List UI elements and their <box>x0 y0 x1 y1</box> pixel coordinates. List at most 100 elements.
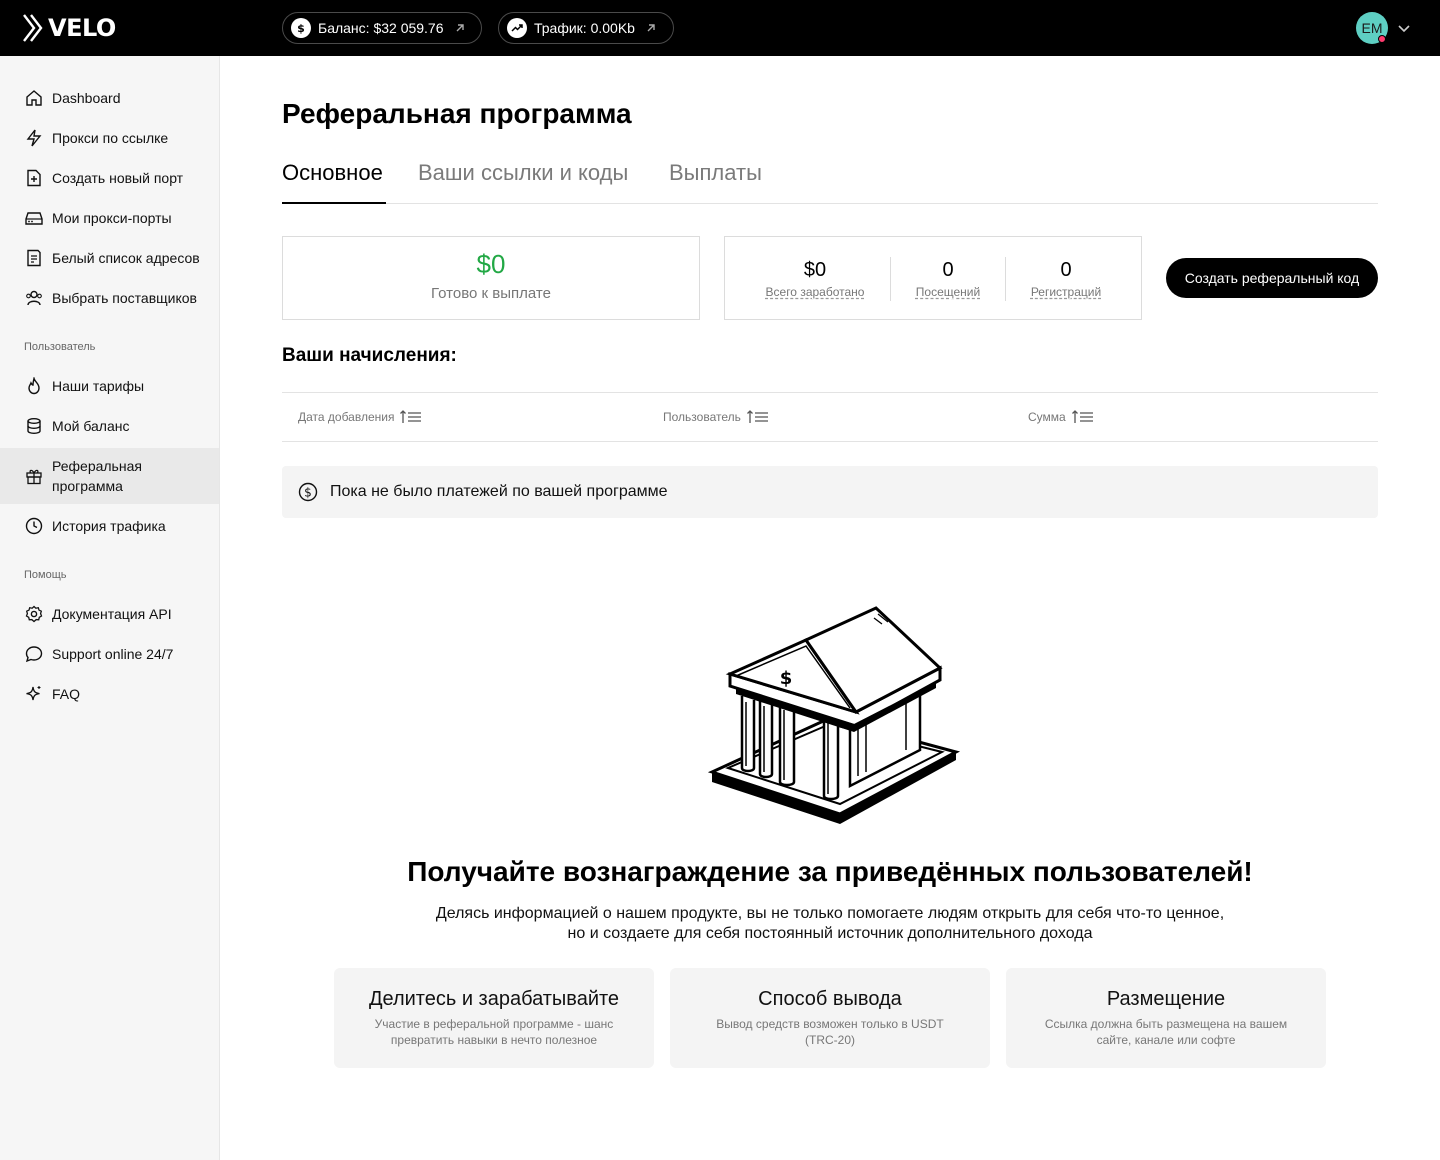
home-icon <box>24 88 44 108</box>
sidebar-item-support[interactable]: Support online 24/7 <box>0 642 219 666</box>
dollar-icon: $ <box>291 18 311 38</box>
sort-icon[interactable] <box>1071 410 1094 424</box>
ready-to-pay-card: $0 Готово к выплате <box>282 236 700 320</box>
sidebar-item-label: Dashboard <box>52 90 121 106</box>
server-icon <box>24 208 44 228</box>
sort-icon[interactable] <box>400 410 422 424</box>
sidebar-item-api-docs[interactable]: Документация API <box>0 602 219 626</box>
column-label: Дата добавления <box>298 410 395 424</box>
stat-visits: 0 Посещений <box>898 237 998 321</box>
database-icon <box>24 416 44 436</box>
svg-text:$: $ <box>780 668 793 689</box>
feature-desc: Ссылка должна быть размещена на вашем са… <box>1044 1017 1288 1047</box>
stat-value: $0 <box>803 259 827 281</box>
sidebar-item-label: Мои прокси-порты <box>52 210 172 226</box>
sparkle-icon <box>24 684 44 704</box>
trending-up-icon <box>507 18 527 38</box>
gift-icon <box>24 466 44 486</box>
sidebar-item-link-proxy[interactable]: Прокси по ссылке <box>0 126 219 150</box>
traffic-label: Трафик: 0.00Kb <box>534 20 635 36</box>
promo-text: Делясь информацией о нашем продукте, вы … <box>282 904 1378 944</box>
top-bar: VELO $ Баланс: $32 059.76 Трафик: 0.00Kb… <box>0 0 1440 56</box>
sidebar-item-label: Прокси по ссылке <box>52 130 169 146</box>
sidebar-item-referral[interactable]: Реферальная программа <box>0 448 219 504</box>
sidebar-item-label: Реферальная программа <box>52 456 142 496</box>
sidebar-item-label: Support online 24/7 <box>52 646 174 662</box>
feature-desc: Вывод средств возможен только в USDT (TR… <box>716 1017 944 1047</box>
arrow-up-right-icon <box>454 22 466 34</box>
ready-amount: $0 <box>476 249 506 279</box>
sidebar-item-balance[interactable]: Мой баланс <box>0 414 219 438</box>
feature-card-share: Делитесь и зарабатывайте Участие в рефер… <box>334 968 654 1068</box>
sidebar-item-label: Мой баланс <box>52 418 130 434</box>
chevron-down-icon[interactable] <box>1396 20 1412 41</box>
sidebar-item-label-line1: Реферальная <box>52 458 142 474</box>
logo-text: VELO <box>48 14 116 42</box>
balance-pill[interactable]: $ Баланс: $32 059.76 <box>282 12 482 44</box>
create-referral-code-button[interactable]: Создать реферальный код <box>1166 258 1378 298</box>
balance-label: Баланс: $32 059.76 <box>318 20 444 36</box>
promo-title: Получайте вознаграждение за приведённых … <box>407 856 1253 887</box>
divider <box>1005 257 1006 301</box>
feature-card-placement: Размещение Ссылка должна быть размещена … <box>1006 968 1326 1068</box>
empty-payments-notice: $ Пока не было платежей по вашей програм… <box>282 466 1378 518</box>
sidebar-item-traffic-history[interactable]: История трафика <box>0 514 219 538</box>
stat-value: 0 <box>942 259 954 281</box>
sidebar-item-label: Выбрать поставщиков <box>52 290 197 306</box>
feature-title: Размещение <box>1106 988 1226 1010</box>
promo-text-line2: но и создаете для себя постоянный источн… <box>567 925 1093 942</box>
ready-label: Готово к выплате <box>431 285 551 302</box>
stat-label[interactable]: Посещений <box>898 285 998 299</box>
column-user[interactable]: Пользователь <box>663 393 769 441</box>
column-amount[interactable]: Сумма <box>1028 393 1094 441</box>
column-date[interactable]: Дата добавления <box>298 393 422 441</box>
sidebar-item-label-line2: программа <box>52 478 123 494</box>
traffic-pill[interactable]: Трафик: 0.00Kb <box>498 12 674 44</box>
settings-icon <box>24 604 44 624</box>
sidebar-item-tariffs[interactable]: Наши тарифы <box>0 374 219 398</box>
stat-label[interactable]: Регистраций <box>1016 285 1116 299</box>
brand-logo[interactable]: VELO <box>22 12 116 44</box>
earnings-table-header: Дата добавления Пользователь Сумма <box>282 392 1378 442</box>
sidebar-item-whitelist[interactable]: Белый список адресов <box>0 246 219 270</box>
flame-icon <box>24 376 44 396</box>
sidebar-item-faq[interactable]: FAQ <box>0 682 219 706</box>
sidebar: Dashboard Прокси по ссылке Создать новый… <box>0 56 220 1160</box>
sidebar-item-label: FAQ <box>52 686 81 702</box>
sidebar-item-label: История трафика <box>52 518 166 534</box>
tab-payouts[interactable]: Выплаты <box>669 160 762 204</box>
column-label: Пользователь <box>663 410 741 424</box>
users-icon <box>24 288 44 308</box>
svg-text:$: $ <box>304 486 312 500</box>
sidebar-item-dashboard[interactable]: Dashboard <box>0 86 219 110</box>
sidebar-item-providers[interactable]: Выбрать поставщиков <box>0 286 219 310</box>
bank-illustration: $ <box>706 600 962 835</box>
file-plus-icon <box>24 168 44 188</box>
stat-registrations: 0 Регистраций <box>1016 237 1116 321</box>
stats-card: $0 Всего заработано 0 Посещений 0 Регист… <box>724 236 1142 320</box>
feature-title: Способ вывода <box>758 988 902 1010</box>
sidebar-item-my-ports[interactable]: Мои прокси-порты <box>0 206 219 230</box>
section-label-help: Помощь <box>24 569 67 581</box>
lightning-icon <box>24 128 44 148</box>
tab-main[interactable]: Основное <box>282 160 386 204</box>
sidebar-item-label: Наши тарифы <box>52 378 145 394</box>
dollar-circle-icon: $ <box>298 482 318 502</box>
tab-links-codes[interactable]: Ваши ссылки и коды <box>418 160 628 204</box>
sidebar-item-create-port[interactable]: Создать новый порт <box>0 166 219 190</box>
svg-text:$: $ <box>297 22 305 34</box>
page-title: Реферальная программа <box>282 98 632 129</box>
section-label-user: Пользователь <box>24 341 96 353</box>
feature-desc: Участие в реферальной программе - шанс п… <box>374 1017 614 1047</box>
sidebar-item-label: Создать новый порт <box>52 170 184 186</box>
stat-label[interactable]: Всего заработано <box>745 285 885 299</box>
tab-bar: Основное Ваши ссылки и коды Выплаты <box>282 160 1378 204</box>
arrow-up-right-icon <box>645 22 657 34</box>
sidebar-item-label: Белый список адресов <box>52 250 200 266</box>
feature-card-withdrawal: Способ вывода Вывод средств возможен тол… <box>670 968 990 1068</box>
sort-icon[interactable] <box>746 410 769 424</box>
velo-logo-icon <box>23 14 43 42</box>
earnings-title: Ваши начисления: <box>282 345 457 366</box>
sidebar-item-label: Документация API <box>52 606 172 622</box>
divider <box>890 257 891 301</box>
